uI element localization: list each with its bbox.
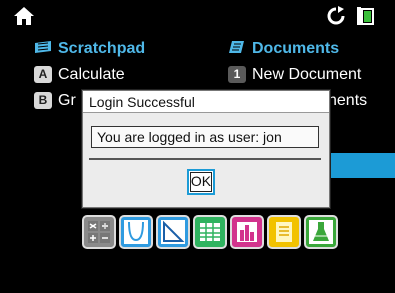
ok-button[interactable]: OK [187,169,215,195]
key-badge: A [34,66,52,83]
menu-item-documents[interactable]: nents [328,92,367,110]
key-badge: 1 [228,66,246,83]
key-badge: B [34,92,52,109]
sync-icon [327,6,345,25]
scratchpad-header[interactable]: Scratchpad [34,40,145,58]
menu-item-calculate[interactable]: A Calculate [34,66,125,84]
login-dialog: Login Successful You are logged in as us… [82,90,330,208]
menu-item-graph[interactable]: B Gr [34,92,76,110]
documents-title: Documents [252,40,340,57]
home-icon[interactable] [12,4,36,28]
menu-item-label: Calculate [58,66,125,83]
geometry-app-icon[interactable] [156,215,190,249]
graphs-app-icon[interactable] [119,215,153,249]
notes-app-icon[interactable] [267,215,301,249]
dialog-message: You are logged in as user: jon [91,126,319,148]
menu-item-label: New Document [252,66,362,83]
battery-icon [357,7,374,25]
dialog-divider [89,158,321,160]
status-bar [0,0,395,32]
vernier-dataquest-app-icon[interactable] [304,215,338,249]
menu-item-label: Gr [58,92,76,109]
app-icon-row [82,215,372,251]
scratchpad-title: Scratchpad [58,40,146,57]
menu-item-label: nents [328,92,368,109]
documents-icon [229,41,244,53]
documents-header[interactable]: Documents [228,40,339,58]
data-statistics-app-icon[interactable] [230,215,264,249]
dialog-title: Login Successful [83,91,329,113]
calculator-app-icon[interactable] [82,215,116,249]
scratchpad-icon [35,41,51,53]
menu-item-new-document[interactable]: 1 New Document [228,66,361,84]
lists-spreadsheet-app-icon[interactable] [193,215,227,249]
selected-row-highlight[interactable] [320,153,395,178]
